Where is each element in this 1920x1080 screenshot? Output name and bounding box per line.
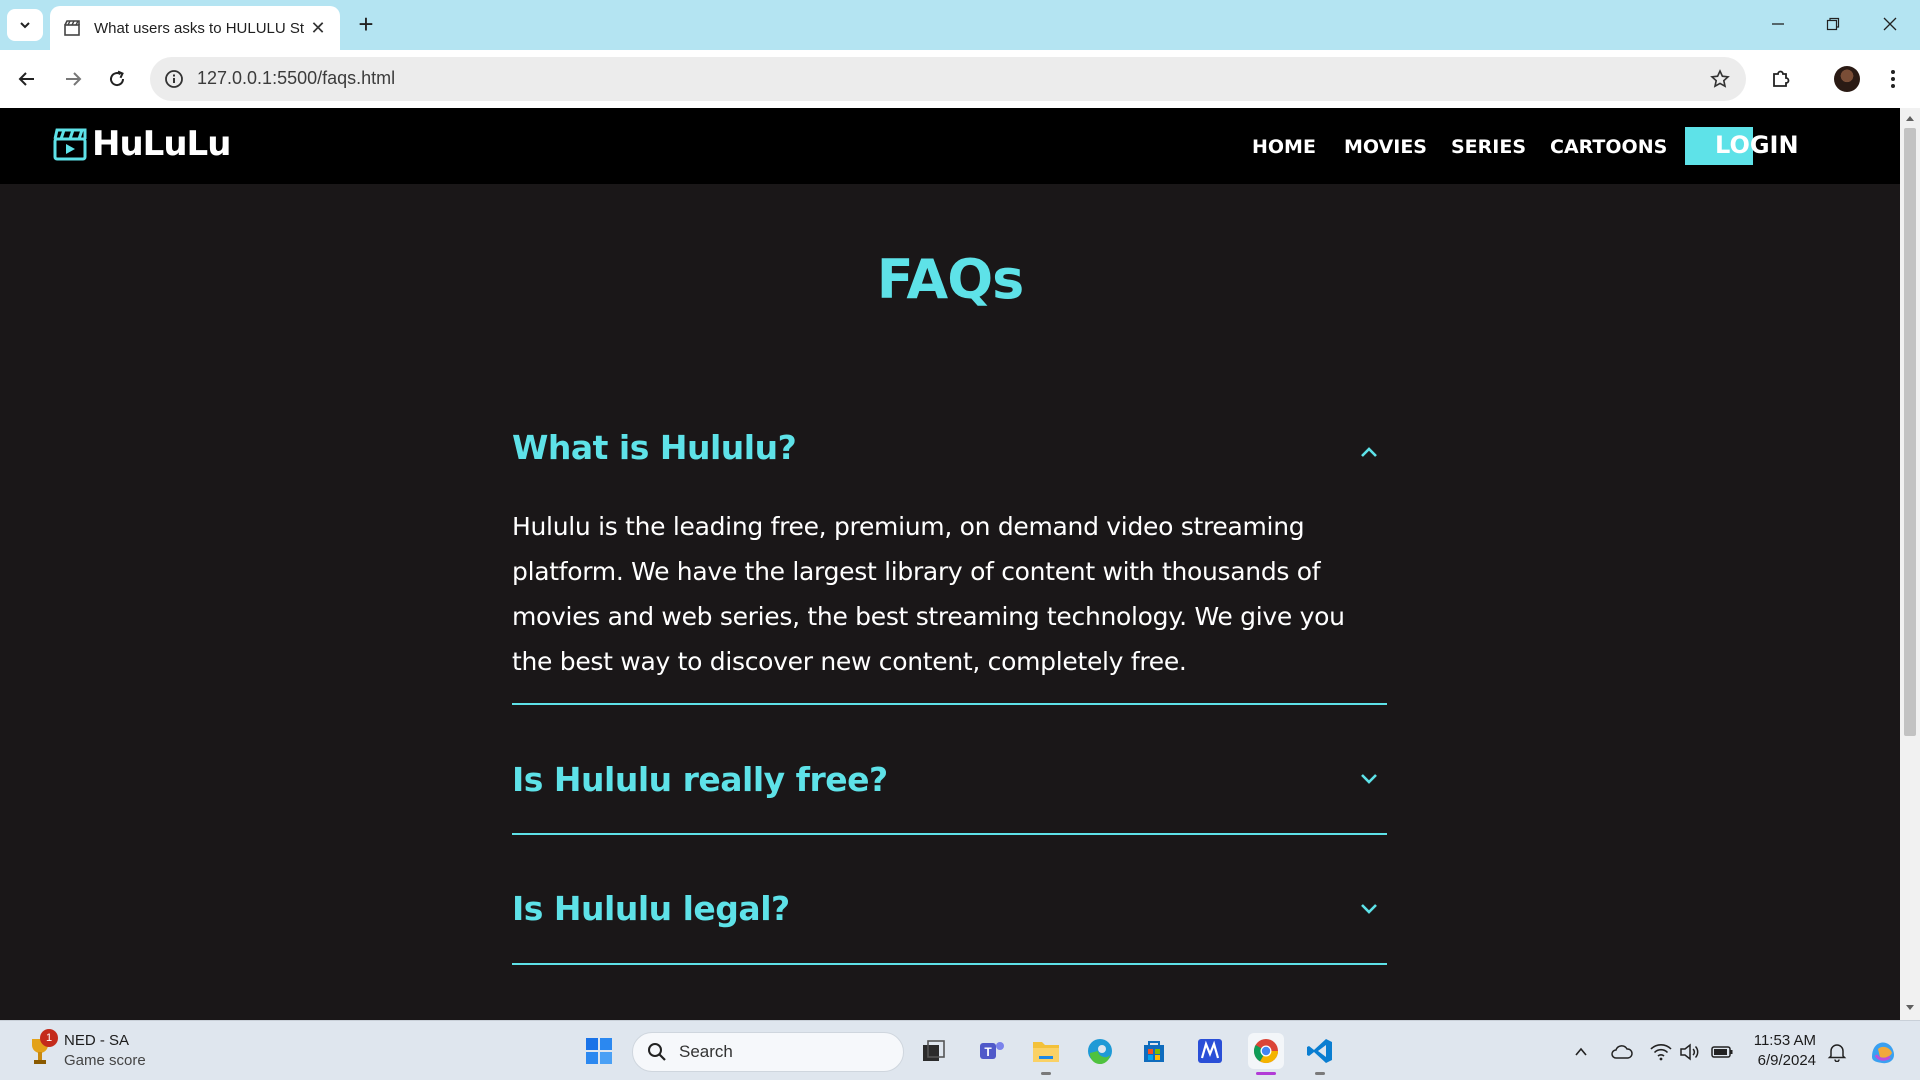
chevron-up-icon[interactable] [1357,440,1381,464]
task-view-icon [923,1040,945,1061]
tab-title: What users asks to HULULU Streaming [94,19,304,37]
clapperboard-icon [53,128,87,161]
teams-icon: T [980,1042,1004,1059]
edge-icon [1088,1039,1112,1065]
windows-start-button[interactable] [581,1033,617,1069]
copilot-icon[interactable] [1868,1037,1898,1067]
vscode-app[interactable] [1302,1033,1338,1075]
chrome-icon [1253,1039,1278,1064]
site-logo[interactable]: HuLuLu [52,124,231,164]
running-indicator [1041,1072,1051,1075]
puzzle-icon [1773,70,1790,87]
arrow-left-icon [18,72,34,86]
faq-item: Is Hululu really free? [512,705,1387,835]
system-clock[interactable]: 11:53 AM 6/9/2024 [1748,1031,1816,1071]
site-header: HuLuLu HOME MOVIES SERIES CARTOONS LOGIN [0,108,1900,184]
windows-logo-icon [586,1038,612,1064]
new-tab-button[interactable]: + [352,11,380,39]
vscode-icon [1307,1039,1332,1063]
tab-search-button[interactable] [7,9,43,41]
widget-subtitle: Game score [64,1052,146,1069]
browser-tab-bar: What users asks to HULULU Streaming ✕ + [0,0,1920,50]
restore-button[interactable] [1813,8,1853,40]
kebab-icon [1891,70,1895,88]
folder-icon [1033,1042,1059,1062]
nav-cartoons[interactable]: CARTOONS [1550,136,1667,158]
close-icon [1883,17,1897,31]
reload-icon [110,70,125,87]
notification-bell-icon[interactable] [1826,1041,1848,1063]
browser-toolbar: 127.0.0.1:5500/faqs.html [0,50,1920,108]
search-placeholder: Search [679,1042,733,1061]
login-label: LOGIN [1715,131,1799,159]
minimize-button[interactable] [1758,8,1798,40]
taskbar-search[interactable]: Search [632,1032,904,1072]
notification-badge: 1 [40,1029,58,1047]
file-explorer-app[interactable] [1028,1033,1064,1075]
faq-item: What is Hululu? Hululu is the leading fr… [512,410,1387,705]
extensions-button[interactable] [1764,62,1798,96]
info-icon[interactable] [162,67,186,91]
star-icon[interactable] [1708,67,1732,91]
clapperboard-icon [62,18,82,38]
svg-text:T: T [984,1045,992,1059]
page-title: FAQs [876,248,1025,311]
forward-button[interactable] [56,62,90,96]
scroll-down-icon[interactable] [1904,1002,1916,1014]
reload-button[interactable] [100,62,134,96]
faq-question[interactable]: Is Hululu really free? [512,760,888,799]
faq-item: Is Hululu legal? [512,835,1387,965]
profile-button[interactable] [1830,62,1864,96]
store-app[interactable] [1136,1033,1172,1069]
running-indicator [1315,1072,1325,1075]
login-button[interactable]: LOGIN [1685,127,1799,165]
page-scrollbar[interactable] [1900,108,1920,1020]
running-indicator [1256,1072,1276,1075]
teams-app[interactable]: T [974,1033,1010,1069]
close-tab-button[interactable]: ✕ [308,18,328,39]
battery-icon[interactable] [1711,1041,1733,1063]
arrow-right-icon [66,72,82,86]
avatar [1834,66,1860,92]
chevron-up-icon[interactable] [1570,1041,1592,1063]
url-text: 127.0.0.1:5500/faqs.html [197,68,396,88]
nav-home[interactable]: HOME [1252,136,1316,158]
faq-question[interactable]: What is Hululu? [512,428,797,467]
faq-question[interactable]: Is Hululu legal? [512,889,790,928]
restore-icon [1826,17,1840,31]
back-button[interactable] [10,62,44,96]
widget-title: NED - SA [64,1032,130,1049]
edge-app[interactable] [1082,1033,1118,1069]
clock-date: 6/9/2024 [1757,1052,1816,1069]
cloud-icon[interactable] [1611,1041,1633,1063]
search-icon [648,1043,666,1061]
task-view-button[interactable] [916,1033,952,1069]
nav-series[interactable]: SERIES [1451,136,1526,158]
chevron-down-icon[interactable] [1357,767,1381,791]
clock-time: 11:53 AM [1753,1032,1816,1049]
chevron-down-icon[interactable] [1357,897,1381,921]
nav-movies[interactable]: MOVIES [1344,136,1427,158]
minimize-icon [1772,23,1784,25]
chrome-app[interactable] [1248,1033,1284,1075]
taskbar: 1 NED - SA Game score Search T 11:53 AM … [0,1020,1920,1080]
trophy-icon: 1 [28,1029,58,1067]
scroll-up-icon[interactable] [1904,112,1916,124]
logo-text: HuLuLu [92,124,231,164]
browser-menu-button[interactable] [1876,62,1910,96]
app-m-icon-button[interactable] [1192,1033,1228,1069]
weather-sports-widget[interactable]: 1 NED - SA Game score [28,1029,146,1071]
volume-icon[interactable] [1679,1041,1701,1063]
scroll-thumb[interactable] [1904,128,1916,736]
close-window-button[interactable] [1870,8,1910,40]
store-icon [1144,1041,1164,1062]
chevron-down-icon [20,22,30,29]
wifi-icon[interactable] [1650,1041,1672,1063]
address-bar[interactable]: 127.0.0.1:5500/faqs.html [150,57,1746,101]
faq-answer: Hululu is the leading free, premium, on … [512,512,1345,676]
browser-tab-active[interactable]: What users asks to HULULU Streaming ✕ [50,6,340,50]
m-app-icon [1198,1039,1222,1063]
